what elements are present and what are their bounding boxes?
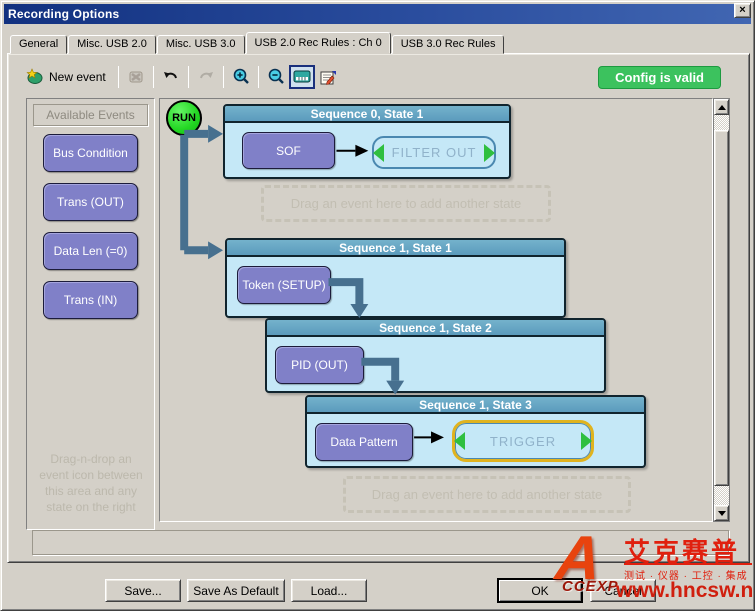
toolbar-separator: [188, 66, 189, 88]
sequence-title: Sequence 0, State 1: [225, 106, 509, 123]
available-events-panel: Available Events Bus Condition Trans (OU…: [26, 98, 155, 530]
state-event-pid-out[interactable]: PID (OUT): [275, 346, 364, 384]
state-event-data-pattern[interactable]: Data Pattern: [315, 423, 413, 461]
scrollbar-thumb[interactable]: [714, 130, 729, 486]
state-event-token-setup[interactable]: Token (SETUP): [237, 266, 331, 304]
arrow-down-icon: [718, 511, 726, 516]
available-events-header: Available Events: [33, 104, 148, 126]
chevron-right-icon: [484, 144, 495, 162]
watermark-divider: [624, 563, 752, 565]
ok-button[interactable]: OK: [498, 579, 582, 602]
run-node[interactable]: RUN: [166, 100, 202, 136]
save-as-default-button[interactable]: Save As Default: [187, 579, 285, 602]
new-event-label: New event: [49, 70, 106, 84]
toolbar: New event: [18, 62, 739, 92]
new-event-button[interactable]: New event: [18, 64, 114, 90]
state-event-sof[interactable]: SOF: [242, 132, 335, 169]
fit-view-icon[interactable]: [289, 65, 315, 89]
sequence-1-state-3[interactable]: Sequence 1, State 3 Data Pattern TRIGGER: [305, 395, 646, 468]
scroll-up-button[interactable]: [714, 99, 729, 115]
drag-drop-hint: Drag-n-drop an event icon between this a…: [35, 451, 147, 515]
canvas-scrollbar[interactable]: [713, 98, 730, 522]
chevron-right-icon: [581, 432, 592, 450]
zoom-out-icon[interactable]: [263, 65, 289, 89]
undo-icon[interactable]: [158, 65, 184, 89]
add-state-placeholder[interactable]: Drag an event here to add another state: [343, 476, 631, 513]
action-label: TRIGGER: [490, 434, 556, 449]
event-bus-condition[interactable]: Bus Condition: [43, 134, 138, 172]
properties-icon[interactable]: [315, 65, 341, 89]
chevron-left-icon: [373, 144, 384, 162]
redo-icon[interactable]: [193, 65, 219, 89]
arrow-up-icon: [718, 105, 726, 110]
event-trans-out[interactable]: Trans (OUT): [43, 183, 138, 221]
event-data-len[interactable]: Data Len (=0): [43, 232, 138, 270]
toolbar-separator: [153, 66, 154, 88]
tab-usb30-rec-rules[interactable]: USB 3.0 Rec Rules: [392, 35, 505, 54]
load-button[interactable]: Load...: [291, 579, 367, 602]
action-trigger[interactable]: TRIGGER: [452, 420, 594, 462]
tab-misc-usb-30[interactable]: Misc. USB 3.0: [157, 35, 245, 54]
window-title: Recording Options: [8, 7, 119, 21]
close-button[interactable]: ×: [734, 3, 751, 18]
sequence-0-state-1[interactable]: Sequence 0, State 1 SOF FILTER OUT: [223, 104, 511, 179]
sequence-1-state-2[interactable]: Sequence 1, State 2 PID (OUT): [265, 318, 606, 393]
sequence-1-state-1[interactable]: Sequence 1, State 1 Token (SETUP): [225, 238, 566, 318]
chevron-left-icon: [454, 432, 465, 450]
delete-icon[interactable]: [123, 65, 149, 89]
tab-general[interactable]: General: [10, 35, 67, 54]
tab-misc-usb-20[interactable]: Misc. USB 2.0: [68, 35, 156, 54]
toolbar-separator: [223, 66, 224, 88]
sequence-title: Sequence 1, State 3: [307, 397, 644, 414]
recording-options-dialog: Recording Options × General Misc. USB 2.…: [0, 0, 755, 611]
close-icon: ×: [739, 5, 745, 16]
titlebar[interactable]: Recording Options: [4, 4, 751, 24]
tab-usb20-rec-rules[interactable]: USB 2.0 Rec Rules : Ch 0: [246, 32, 391, 54]
action-filter-out[interactable]: FILTER OUT: [372, 136, 496, 169]
sequence-title: Sequence 1, State 2: [267, 320, 604, 337]
action-label: FILTER OUT: [392, 145, 477, 160]
zoom-in-icon[interactable]: [228, 65, 254, 89]
add-state-placeholder[interactable]: Drag an event here to add another state: [261, 185, 551, 222]
scroll-down-button[interactable]: [714, 505, 729, 521]
event-trans-in[interactable]: Trans (IN): [43, 281, 138, 319]
rules-canvas[interactable]: RUN Sequence 0, State 1 SOF FILTER OUT D…: [159, 98, 713, 522]
toolbar-separator: [258, 66, 259, 88]
toolbar-separator: [118, 66, 119, 88]
tab-bar: General Misc. USB 2.0 Misc. USB 3.0 USB …: [10, 32, 505, 54]
sequence-title: Sequence 1, State 1: [227, 240, 564, 257]
save-button[interactable]: Save...: [105, 579, 181, 602]
new-event-icon: [26, 68, 44, 87]
rec-rules-page: New event: [7, 53, 750, 563]
config-status-badge: Config is valid: [598, 66, 721, 89]
status-strip: [32, 530, 729, 555]
cancel-button[interactable]: Cancel: [590, 579, 656, 602]
